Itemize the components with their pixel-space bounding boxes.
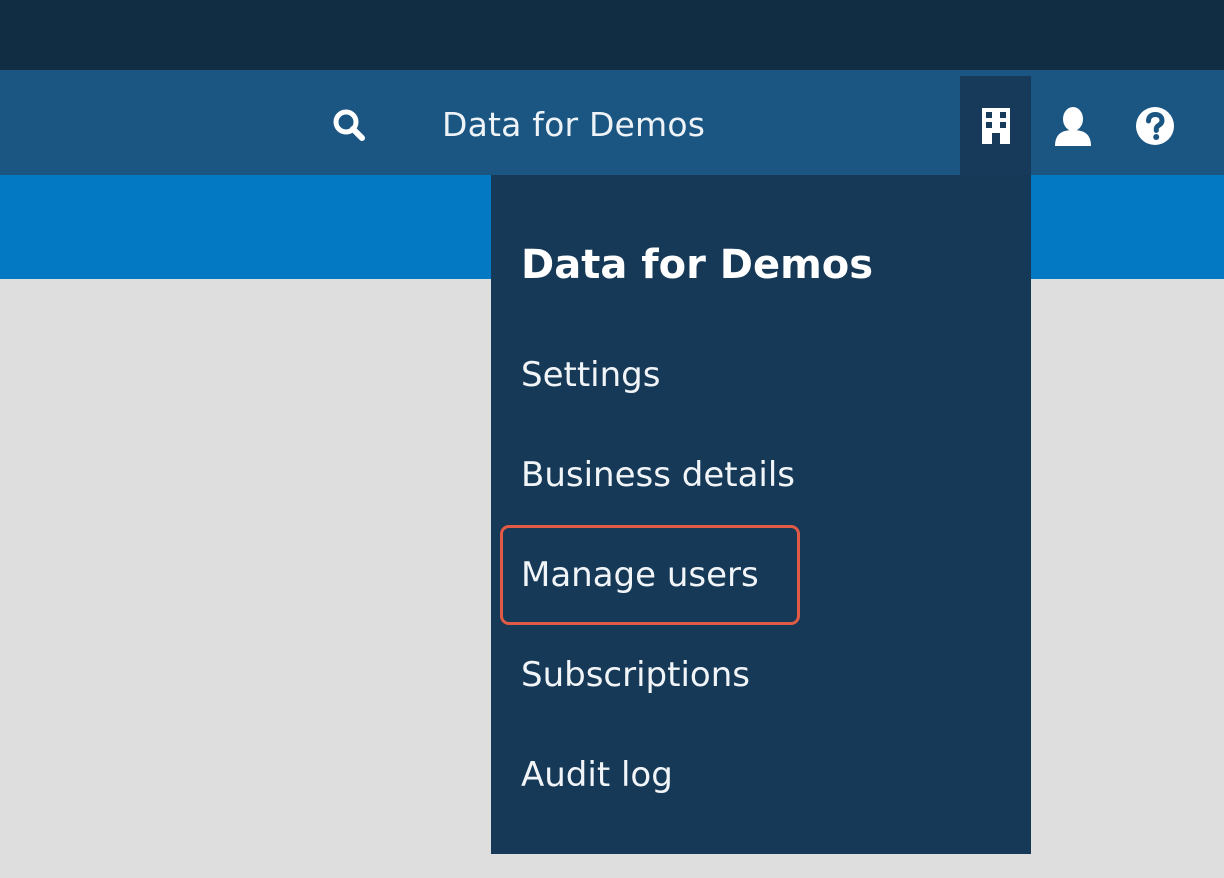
organization-name[interactable]: Data for Demos (442, 103, 705, 147)
user-icon (1055, 107, 1091, 146)
search-icon (333, 109, 365, 141)
search-button[interactable] (326, 102, 372, 148)
menu-item-business-details[interactable]: Business details (521, 451, 795, 499)
menu-item-settings[interactable]: Settings (521, 351, 660, 399)
help-button[interactable] (1132, 102, 1178, 150)
organization-menu-button[interactable] (960, 76, 1031, 175)
menu-item-audit-log[interactable]: Audit log (521, 751, 673, 799)
menu-item-manage-users[interactable]: Manage users (521, 551, 759, 599)
organization-dropdown-menu: Data for Demos Settings Business details… (491, 175, 1031, 854)
dropdown-title: Data for Demos (521, 242, 874, 288)
menu-item-subscriptions[interactable]: Subscriptions (521, 651, 750, 699)
building-icon (981, 107, 1010, 144)
top-bar (0, 0, 1224, 70)
help-icon (1136, 107, 1174, 145)
user-account-button[interactable] (1050, 102, 1096, 150)
